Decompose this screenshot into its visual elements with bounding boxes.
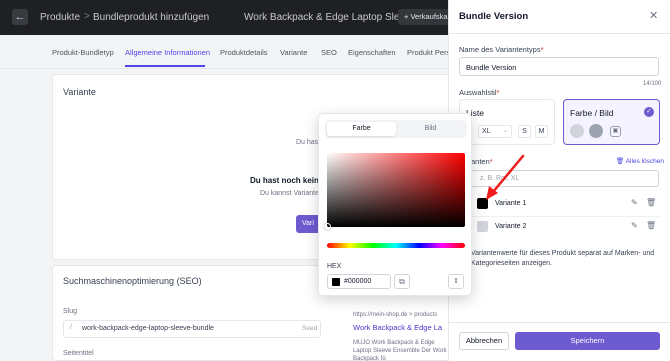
active-tab-indicator bbox=[125, 65, 205, 67]
empty-state-desc: Du kannst Varianten bbox=[260, 190, 323, 197]
drawer-title: Bundle Version bbox=[459, 11, 529, 22]
variant-row-2: Variante 2 ✎ 🗑 bbox=[459, 216, 659, 238]
new-variant-input[interactable]: z. B. Rot, XL bbox=[459, 170, 659, 187]
edit-icon[interactable]: ✎ bbox=[631, 221, 638, 230]
preview-url: https://mein-shop.de > products bbox=[353, 312, 438, 318]
variant-type-label: Name des Variantentyps* bbox=[459, 45, 544, 54]
size-select[interactable]: XL ⌄ bbox=[478, 125, 512, 138]
seo-card-title: Suchmaschinenoptimierung (SEO) bbox=[63, 276, 202, 286]
picker-mode-toggle: Farbe Bild bbox=[325, 120, 467, 138]
variant-name: Variante 2 bbox=[495, 223, 527, 230]
slug-value: work-backpack-edge-laptop-sleeve-bundle bbox=[82, 325, 214, 332]
cancel-button[interactable]: Abbrechen bbox=[459, 332, 509, 350]
hue-slider[interactable] bbox=[327, 243, 465, 248]
variant-card-title: Variante bbox=[63, 87, 96, 97]
hex-value: #000000 bbox=[344, 278, 372, 285]
trash-icon[interactable]: 🗑 bbox=[646, 198, 656, 207]
style-option-color-title: Farbe / Bild bbox=[570, 108, 614, 118]
color-picker-popover: Farbe Bild HEX #000000 ⧉ ⇕ bbox=[318, 113, 472, 296]
check-icon: ✓ bbox=[644, 107, 654, 117]
tab-variant[interactable]: Variante bbox=[280, 48, 307, 57]
color-dot-light bbox=[570, 124, 584, 138]
color-dot-dark bbox=[589, 124, 603, 138]
variant-drawer: Bundle Version ✕ Name des Variantentyps*… bbox=[448, 0, 670, 361]
style-option-color-image[interactable]: Farbe / Bild ✓ ▣ bbox=[563, 99, 660, 145]
variant-name: Variante 1 bbox=[495, 200, 527, 207]
char-counter: 14/100 bbox=[643, 81, 662, 87]
style-option-list[interactable]: Liste XL ⌄ S M bbox=[459, 99, 555, 145]
image-icon: ▣ bbox=[610, 126, 621, 137]
size-chip-s: S bbox=[518, 125, 531, 138]
variant-swatch[interactable] bbox=[477, 221, 488, 232]
product-name: Work Backpack & Edge Laptop Sle bbox=[244, 12, 400, 23]
tab-image[interactable]: Bild bbox=[396, 122, 465, 136]
new-variant-placeholder: z. B. Rot, XL bbox=[480, 175, 520, 182]
save-button[interactable]: Speichern bbox=[515, 332, 660, 350]
empty-state-title: Du hast noch keine bbox=[250, 176, 324, 185]
slug-input[interactable]: / work-backpack-edge-laptop-sleeve-bundl… bbox=[63, 320, 321, 338]
delete-all-button[interactable]: 🗑 Alles löschen bbox=[616, 157, 664, 165]
hex-label: HEX bbox=[327, 263, 342, 270]
preview-title: Work Backpack & Edge La bbox=[353, 323, 443, 332]
variants-label: anten* bbox=[471, 157, 493, 166]
slug-prefix: / bbox=[70, 324, 72, 331]
display-separately-hint: Variantenwerte für dieses Produkt separa… bbox=[471, 250, 655, 267]
tab-bundle-type[interactable]: Produkt-Bundletyp bbox=[52, 48, 114, 57]
breadcrumb-separator: > bbox=[84, 11, 90, 22]
choice-style-label: Auswahlstil* bbox=[459, 88, 500, 97]
arrow-left-icon[interactable]: ← bbox=[12, 9, 28, 25]
tab-product-details[interactable]: Produktdetails bbox=[220, 48, 268, 57]
tab-properties[interactable]: Eigenschaften bbox=[348, 48, 396, 57]
chevron-updown-icon[interactable]: ⇕ bbox=[448, 274, 464, 289]
slug-label: Slug bbox=[63, 308, 78, 315]
chevron-down-icon: ⌄ bbox=[503, 128, 509, 134]
tab-color[interactable]: Farbe bbox=[327, 122, 396, 136]
preview-desc: MUJO Work Backpack & Edge Laptop Sleeve … bbox=[353, 340, 447, 361]
slug-action[interactable]: Seed bbox=[302, 325, 317, 332]
tab-seo[interactable]: SEO bbox=[321, 48, 337, 57]
trash-icon[interactable]: 🗑 bbox=[646, 221, 656, 230]
edit-icon[interactable]: ✎ bbox=[631, 198, 638, 207]
color-handle[interactable] bbox=[324, 223, 331, 230]
breadcrumb-current: Bundleprodukt hinzufügen bbox=[93, 12, 210, 23]
copy-icon[interactable]: ⧉ bbox=[394, 274, 410, 289]
close-icon[interactable]: ✕ bbox=[649, 9, 658, 22]
footer-divider bbox=[449, 322, 670, 323]
size-select-value: XL bbox=[482, 128, 491, 135]
variant-type-input[interactable]: Bundle Version bbox=[459, 57, 659, 76]
hex-swatch bbox=[332, 278, 340, 286]
tab-general-info[interactable]: Allgemeine Informationen bbox=[125, 48, 210, 57]
variant-row-1: Variante 1 ✎ 🗑 bbox=[459, 193, 659, 215]
breadcrumb-products[interactable]: Produkte bbox=[40, 12, 80, 23]
saturation-value-area[interactable] bbox=[324, 153, 465, 230]
size-chip-m: M bbox=[535, 125, 548, 138]
hex-input[interactable]: #000000 bbox=[327, 274, 391, 289]
drawer-divider bbox=[449, 33, 670, 34]
page-title-label: Seitentitel bbox=[63, 350, 94, 357]
variant-type-value: Bundle Version bbox=[466, 63, 517, 72]
variant-swatch[interactable] bbox=[477, 198, 488, 209]
